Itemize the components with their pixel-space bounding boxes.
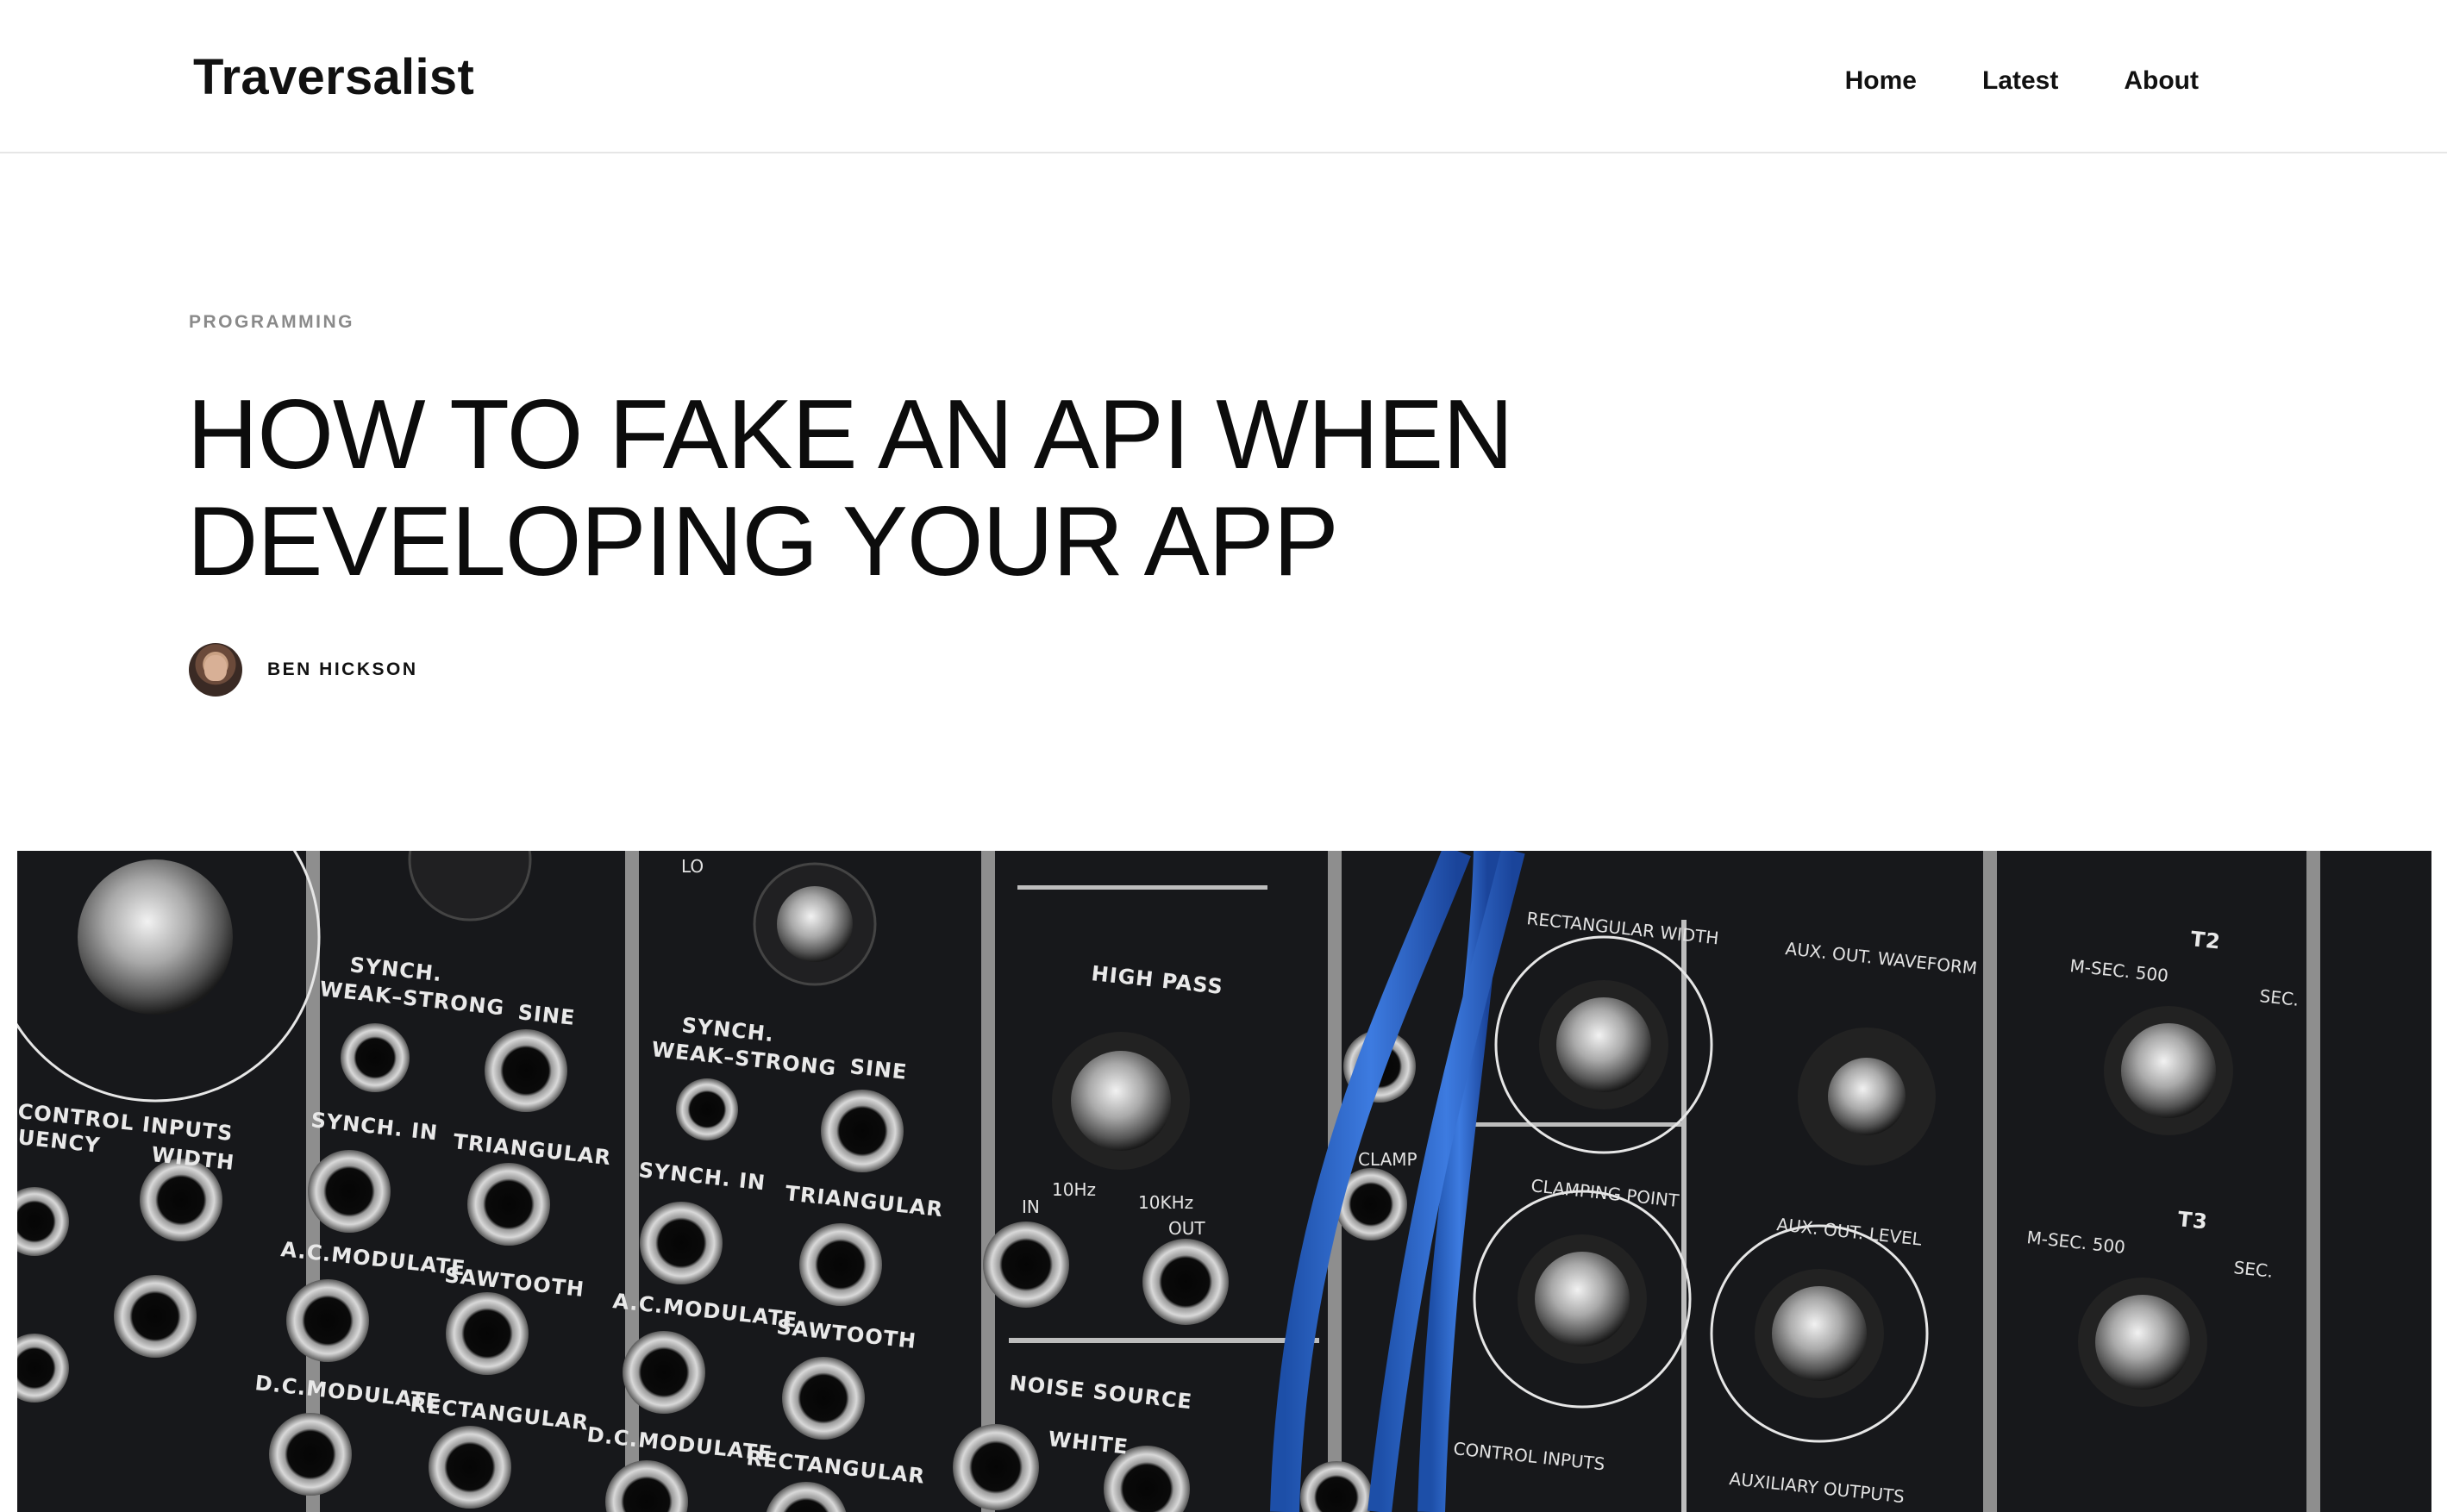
svg-text:SEC.: SEC. bbox=[2258, 985, 2300, 1010]
svg-text:CLAMP: CLAMP bbox=[1358, 1149, 1418, 1170]
synthesizer-panel-illustration: CONTROL INPUTS UENCY WIDTH SYNCH. WEAK–S… bbox=[17, 851, 2431, 1512]
site-logo[interactable]: Traversalist bbox=[193, 50, 474, 105]
feature-image: CONTROL INPUTS UENCY WIDTH SYNCH. WEAK–S… bbox=[17, 851, 2431, 1512]
author-avatar[interactable] bbox=[189, 643, 242, 697]
dial-t3 bbox=[2078, 1278, 2207, 1407]
svg-text:10Hz: 10Hz bbox=[1052, 1179, 1096, 1200]
main-nav: Home Latest About bbox=[1845, 66, 2199, 97]
dial-t2 bbox=[2104, 1006, 2233, 1135]
svg-text:OUT: OUT bbox=[1168, 1218, 1205, 1239]
nav-home-link[interactable]: Home bbox=[1845, 66, 1917, 97]
post-title-line-1: HOW TO FAKE AN API WHEN bbox=[187, 380, 1513, 490]
post-byline: BEN HICKSON bbox=[189, 643, 418, 697]
post-category-tag[interactable]: PROGRAMMING bbox=[189, 312, 354, 333]
post-title: HOW TO FAKE AN API WHEN DEVELOPING YOUR … bbox=[187, 382, 1567, 596]
dial-aux-waveform bbox=[1798, 1028, 1936, 1165]
post-title-line-2: DEVELOPING YOUR APP bbox=[187, 487, 1339, 597]
svg-text:SEC.: SEC. bbox=[2232, 1257, 2274, 1282]
author-name[interactable]: BEN HICKSON bbox=[267, 659, 418, 680]
dial-high-pass bbox=[1052, 1032, 1190, 1170]
svg-text:T2: T2 bbox=[2189, 927, 2222, 954]
nav-latest-link[interactable]: Latest bbox=[1982, 66, 2058, 97]
nav-about-link[interactable]: About bbox=[2124, 66, 2199, 97]
svg-text:LO: LO bbox=[681, 856, 704, 877]
site-header: Traversalist Home Latest About bbox=[0, 0, 2447, 153]
svg-text:10KHz: 10KHz bbox=[1138, 1192, 1193, 1213]
svg-text:T3: T3 bbox=[2176, 1207, 2209, 1234]
svg-text:IN: IN bbox=[1022, 1196, 1040, 1217]
